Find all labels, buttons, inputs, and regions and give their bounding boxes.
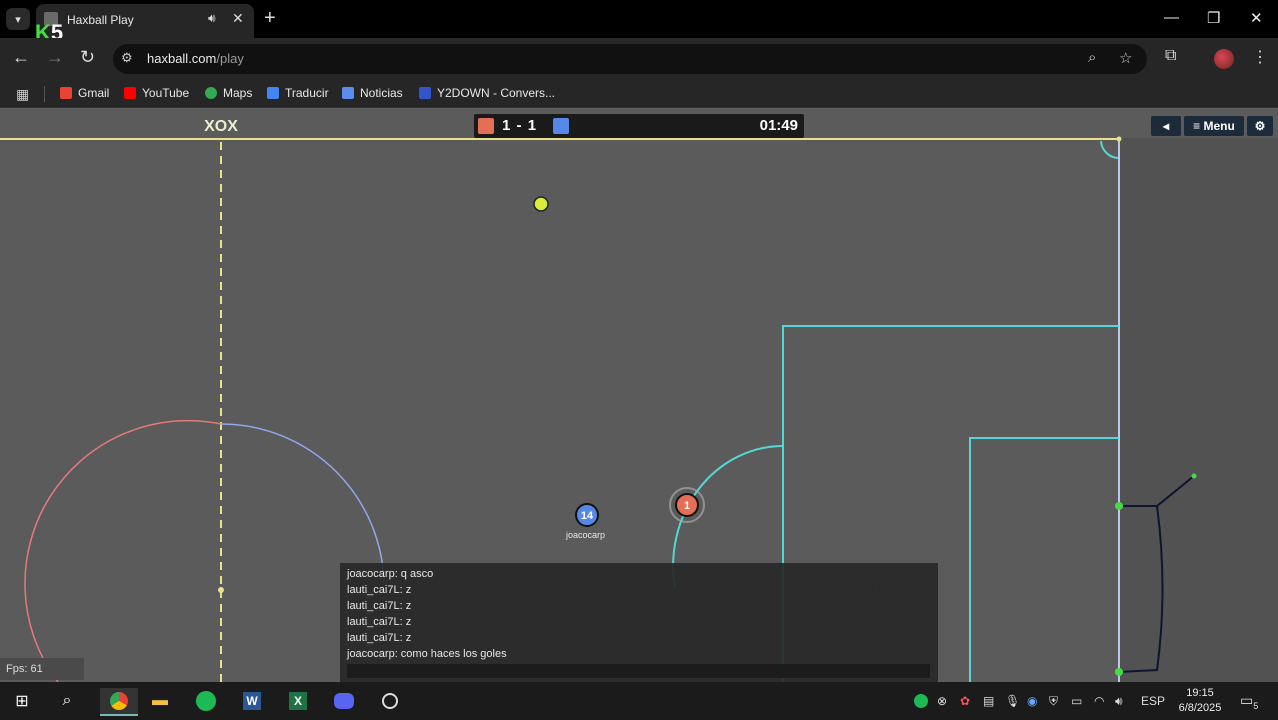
corner-arc — [1100, 140, 1119, 159]
fps-counter: Fps: 61 — [0, 658, 84, 680]
chat-input[interactable] — [347, 664, 930, 678]
y2down-icon — [419, 87, 431, 99]
translate-icon — [267, 87, 279, 99]
spotify-tray-icon[interactable] — [914, 694, 928, 711]
reload-icon[interactable]: ↻ — [80, 47, 95, 68]
search-icon[interactable]: ⌕ — [53, 688, 81, 714]
speaker-icon: ◂ — [1162, 119, 1170, 133]
game-audio-button[interactable]: ◂ — [1151, 116, 1181, 136]
bookmark-youtube[interactable]: YouTube — [124, 86, 189, 100]
device-tray-icon[interactable]: ▤ — [983, 694, 994, 708]
bookmarks-bar: ▦ Gmail YouTube Maps Traducir Noticias Y… — [0, 80, 1278, 108]
tab-title: Haxball Play — [67, 13, 134, 27]
game-menu-button[interactable]: ≡ Menu — [1184, 116, 1244, 136]
back-icon[interactable]: ← — [12, 47, 30, 68]
player-blue-number: 14 — [581, 510, 594, 522]
bookmark-noticias[interactable]: Noticias — [342, 86, 403, 100]
mic-tray-icon[interactable]: 🎙︎ — [1005, 694, 1020, 708]
gear-icon: ⚙︎ — [1254, 119, 1266, 133]
tab-search-button[interactable]: ▾ — [6, 8, 30, 30]
corner-post — [1116, 136, 1122, 142]
site-info-icon[interactable]: ⚙︎ — [121, 50, 133, 66]
excel-icon[interactable]: X — [284, 688, 312, 714]
blue-team-square — [553, 118, 569, 134]
player-red-number: 1 — [684, 500, 690, 512]
close-icon[interactable]: ✕ — [232, 10, 244, 27]
windows-start-icon[interactable]: ⊞ — [8, 688, 36, 714]
blue-score: 1 — [527, 117, 538, 134]
chrome-taskbar-icon[interactable] — [100, 688, 138, 716]
gmail-icon — [60, 87, 72, 99]
game-canvas[interactable]: XOX 14 1 joacocarp 1 - 1 01:49 ◂ ≡ Menu … — [0, 108, 1278, 682]
goal-post-top — [1115, 502, 1123, 510]
recorder-icon[interactable] — [376, 688, 404, 714]
extensions-icon[interactable]: ⧉ — [1165, 47, 1176, 65]
goal-post-bottom — [1115, 668, 1123, 676]
tab-haxball[interactable]: Haxball Play 🔊︎ ✕ — [36, 4, 254, 38]
score-text: 1 - 1 — [502, 117, 538, 134]
chat-message: lauti_cai7L: z — [347, 584, 412, 596]
chat-message: lauti_cai7L: z — [347, 600, 412, 612]
bookmark-y2down[interactable]: Y2DOWN - Convers... — [419, 86, 555, 100]
center-spot — [218, 587, 224, 593]
new-tab-button[interactable]: + — [264, 7, 276, 30]
chat-message: lauti_cai7L: z — [347, 632, 412, 644]
word-icon[interactable]: W — [238, 688, 266, 714]
file-explorer-icon[interactable]: ▬ — [146, 688, 174, 714]
apps-grid-icon[interactable]: ▦ — [16, 86, 29, 103]
url-text: haxball.com/play — [147, 51, 244, 66]
red-team-square — [478, 118, 494, 134]
security-tray-icon[interactable]: ⛨ — [1049, 694, 1058, 709]
notification-icon[interactable]: ▭5 — [1240, 692, 1258, 711]
red-score: 1 — [502, 117, 512, 134]
bookmarks-divider — [44, 86, 45, 102]
restore-icon[interactable]: ❐ — [1207, 9, 1220, 27]
minimize-icon[interactable]: — — [1164, 9, 1179, 26]
app-tray-icon[interactable]: ✿ — [960, 694, 970, 708]
chat-message: joacocarp: q asco — [347, 568, 434, 580]
chat-message: joacocarp: como haces los goles — [347, 648, 507, 660]
bookmark-traducir[interactable]: Traducir — [267, 86, 329, 100]
goal-area — [969, 437, 1119, 682]
stadium-logo-icon: XOX — [204, 118, 238, 135]
bookmark-star-icon[interactable]: ☆ — [1119, 49, 1132, 67]
net-anchor — [1191, 473, 1197, 479]
scoreboard: 1 - 1 01:49 — [474, 114, 804, 138]
chat-panel: joacocarp: q asco lauti_cai7L: z lauti_c… — [340, 563, 938, 682]
language-indicator[interactable]: ESP — [1141, 694, 1165, 708]
ball — [533, 196, 549, 212]
steam-tray-icon[interactable]: ⊗ — [937, 694, 947, 708]
pitch-outside — [1120, 138, 1278, 682]
chat-message: lauti_cai7L: z — [347, 616, 412, 628]
window-close-icon[interactable]: ✕ — [1250, 9, 1263, 27]
more-menu-icon[interactable]: ⋮ — [1252, 47, 1268, 67]
news-icon — [342, 87, 354, 99]
forward-icon[interactable]: → — [46, 47, 64, 68]
zoom-icon[interactable]: ⌕ — [1088, 49, 1096, 66]
youtube-icon — [124, 87, 136, 99]
bookmark-gmail[interactable]: Gmail — [60, 86, 109, 100]
center-circle-red — [24, 419, 222, 682]
menu-icon: ≡ — [1193, 119, 1204, 133]
bookmark-maps[interactable]: Maps — [205, 86, 252, 100]
game-settings-button[interactable]: ⚙︎ — [1247, 116, 1273, 136]
browser-toolbar: ← → ↻ ⚙︎ haxball.com/play ⌕ ☆ ⧉ ⋮ — [0, 38, 1278, 80]
maps-icon — [205, 87, 217, 99]
player-blue-name: joacocarp — [566, 530, 606, 540]
address-bar[interactable]: ⚙︎ haxball.com/play ⌕ ☆ — [113, 44, 1147, 74]
spotify-taskbar-icon[interactable] — [192, 688, 220, 714]
match-timer: 01:49 — [759, 117, 798, 134]
battery-tray-icon[interactable]: ▭ — [1071, 694, 1082, 708]
discord-icon[interactable] — [330, 688, 358, 714]
speaker-icon[interactable]: 🔊︎ — [208, 11, 216, 26]
wifi-tray-icon[interactable]: ◠ — [1094, 694, 1104, 708]
volume-tray-icon[interactable]: 🔊︎ — [1115, 694, 1123, 709]
hp-tray-icon[interactable]: ◉ — [1027, 694, 1037, 708]
tab-strip: ▾ Haxball Play 🔊︎ ✕ K5 + — ❐ ✕ — [0, 0, 1278, 44]
chevron-down-icon: ▾ — [15, 13, 21, 26]
system-clock[interactable]: 19:15 6/8/2025 — [1170, 686, 1230, 716]
profile-avatar[interactable] — [1214, 49, 1234, 69]
windows-taskbar: ⊞ ⌕ ▬ W X ⊗ ✿ ▤ 🎙︎ ◉ ⛨ ▭ ◠ 🔊︎ ESP 19:15 6… — [0, 682, 1278, 720]
